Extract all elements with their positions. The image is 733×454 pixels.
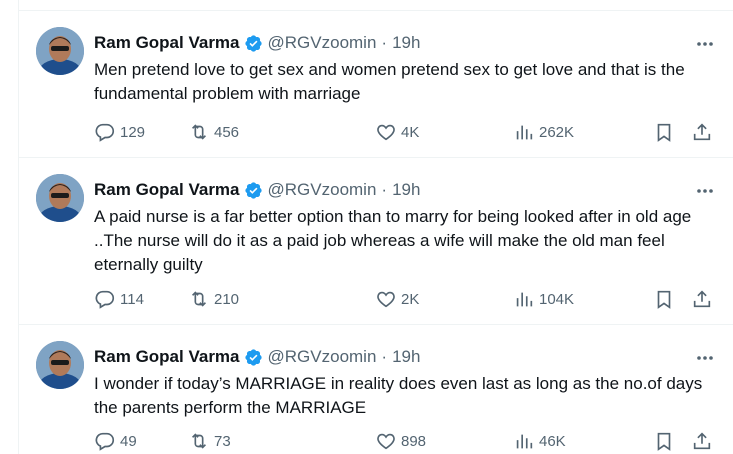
bookmark-icon — [657, 290, 671, 309]
avatar[interactable] — [36, 27, 84, 75]
avatar[interactable] — [36, 341, 84, 389]
more-icon[interactable] — [695, 184, 715, 198]
author-name[interactable]: Ram Gopal Varma — [94, 180, 240, 200]
timeline: Ram Gopal Varma @RGVzoomin · 19h Men pre… — [0, 0, 733, 454]
bookmark-button[interactable] — [653, 120, 675, 144]
verified-badge-icon — [244, 34, 262, 52]
like-icon — [377, 433, 395, 450]
reply-count: 114 — [120, 290, 144, 308]
views-count: 262K — [539, 123, 575, 141]
share-button[interactable] — [691, 120, 713, 144]
author-name[interactable]: Ram Gopal Varma — [94, 347, 240, 367]
verified-badge-icon — [244, 348, 262, 366]
views-button[interactable]: 104K — [513, 287, 574, 311]
reply-button[interactable]: 129 — [94, 120, 145, 144]
action-bar: 49 73 898 46K — [94, 429, 719, 453]
reply-button[interactable]: 114 — [94, 287, 144, 311]
reply-icon — [95, 123, 115, 142]
views-icon — [516, 125, 533, 140]
timestamp[interactable]: 19h — [392, 33, 420, 53]
tweet[interactable]: Ram Gopal Varma @RGVzoomin · 19h Men pre… — [19, 11, 733, 158]
like-icon — [377, 124, 395, 141]
views-count: 46K — [539, 432, 566, 450]
views-button[interactable]: 46K — [513, 429, 566, 453]
like-button[interactable]: 4K — [375, 120, 419, 144]
bookmark-button[interactable] — [653, 429, 675, 453]
action-bar: 129 456 4K 262K — [94, 120, 719, 144]
reply-icon — [95, 432, 115, 451]
tweet-header: Ram Gopal Varma @RGVzoomin · 19h — [94, 32, 420, 54]
timestamp[interactable]: 19h — [392, 180, 420, 200]
author-handle[interactable]: @RGVzoomin — [268, 180, 377, 200]
repost-count: 210 — [214, 290, 240, 308]
views-icon — [516, 292, 533, 307]
repost-count: 456 — [214, 123, 240, 141]
timestamp[interactable]: 19h — [392, 347, 420, 367]
bookmark-icon — [657, 432, 671, 451]
tweet[interactable]: Ram Gopal Varma @RGVzoomin · 19h I wonde… — [19, 325, 733, 454]
like-button[interactable]: 2K — [375, 287, 419, 311]
more-icon[interactable] — [695, 37, 715, 51]
repost-icon — [191, 433, 207, 449]
repost-icon — [191, 124, 207, 140]
separator-dot: · — [381, 347, 388, 366]
author-handle[interactable]: @RGVzoomin — [268, 33, 377, 53]
reply-count: 49 — [120, 432, 137, 450]
reply-icon — [95, 290, 115, 309]
avatar[interactable] — [36, 174, 84, 222]
repost-button[interactable]: 456 — [188, 120, 239, 144]
tweet-text: I wonder if today’s MARRIAGE in reality … — [94, 374, 703, 417]
bookmark-button[interactable] — [653, 287, 675, 311]
tweet-header: Ram Gopal Varma @RGVzoomin · 19h — [94, 179, 420, 201]
repost-icon — [191, 291, 207, 307]
views-icon — [516, 434, 533, 449]
share-icon — [693, 123, 711, 141]
repost-count: 73 — [214, 432, 231, 450]
repost-button[interactable]: 73 — [188, 429, 231, 453]
tweet-text: Men pretend love to get sex and women pr… — [94, 60, 685, 103]
like-button[interactable]: 898 — [375, 429, 426, 453]
like-count: 898 — [401, 432, 427, 450]
reply-button[interactable]: 49 — [94, 429, 137, 453]
author-handle[interactable]: @RGVzoomin — [268, 347, 377, 367]
share-button[interactable] — [691, 287, 713, 311]
like-icon — [377, 291, 395, 308]
views-count: 104K — [539, 290, 575, 308]
repost-button[interactable]: 210 — [188, 287, 239, 311]
tweet-text: A paid nurse is a far better option than… — [94, 207, 692, 274]
tweet[interactable]: Ram Gopal Varma @RGVzoomin · 19h A paid … — [19, 158, 733, 325]
author-name[interactable]: Ram Gopal Varma — [94, 33, 240, 53]
verified-badge-icon — [244, 181, 262, 199]
views-button[interactable]: 262K — [513, 120, 574, 144]
bookmark-icon — [657, 123, 671, 142]
like-count: 4K — [401, 123, 420, 141]
reply-count: 129 — [120, 123, 146, 141]
share-icon — [693, 290, 711, 308]
separator-dot: · — [381, 180, 388, 199]
share-button[interactable] — [691, 429, 713, 453]
share-icon — [693, 432, 711, 450]
separator-dot: · — [381, 33, 388, 52]
more-icon[interactable] — [695, 351, 715, 365]
tweet-header: Ram Gopal Varma @RGVzoomin · 19h — [94, 346, 420, 368]
like-count: 2K — [401, 290, 420, 308]
action-bar: 114 210 2K 104K — [94, 287, 719, 311]
